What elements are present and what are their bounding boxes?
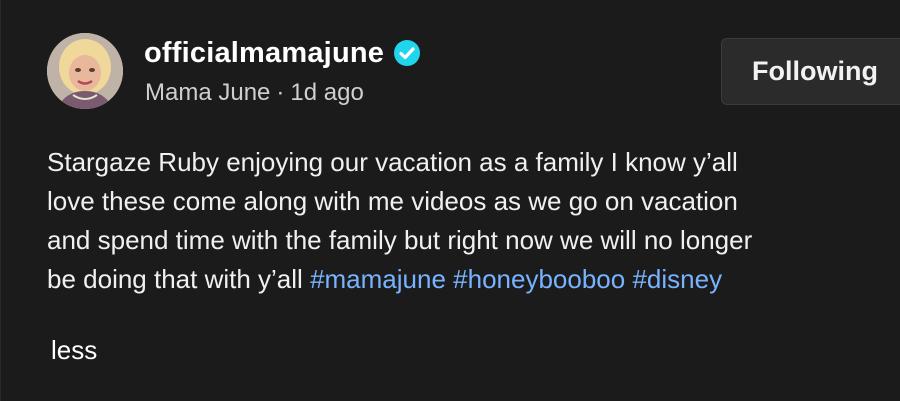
avatar-image xyxy=(47,33,123,109)
username-row: officialmamajune xyxy=(144,34,421,72)
verified-badge-icon xyxy=(393,39,421,67)
caption-line: love these come along with me videos as … xyxy=(47,186,738,216)
subline-separator: · xyxy=(276,79,285,106)
hashtag-link[interactable]: #honeybooboo xyxy=(453,264,625,294)
avatar[interactable] xyxy=(47,33,123,109)
caption-line-text: be doing that with y’all xyxy=(47,264,303,294)
following-button[interactable]: Following xyxy=(721,38,900,105)
author-subline: Mama June · 1d ago xyxy=(145,77,364,109)
post-timestamp: 1d ago xyxy=(290,79,364,106)
show-less-link[interactable]: less xyxy=(51,333,97,367)
hashtag-link[interactable]: #disney xyxy=(632,264,722,294)
caption-line-with-hashtags: be doing that with y’all #mamajune #hone… xyxy=(47,260,900,299)
post-info-panel: officialmamajune Mama June · 1d ago Foll… xyxy=(0,0,900,401)
post-caption: Stargaze Ruby enjoying our vacation as a… xyxy=(47,143,900,299)
caption-line: Stargaze Ruby enjoying our vacation as a… xyxy=(47,147,738,177)
caption-line: and spend time with the family but right… xyxy=(47,225,753,255)
author-username[interactable]: officialmamajune xyxy=(144,34,384,72)
author-display-name: Mama June xyxy=(145,79,271,106)
hashtag-link[interactable]: #mamajune xyxy=(310,264,446,294)
